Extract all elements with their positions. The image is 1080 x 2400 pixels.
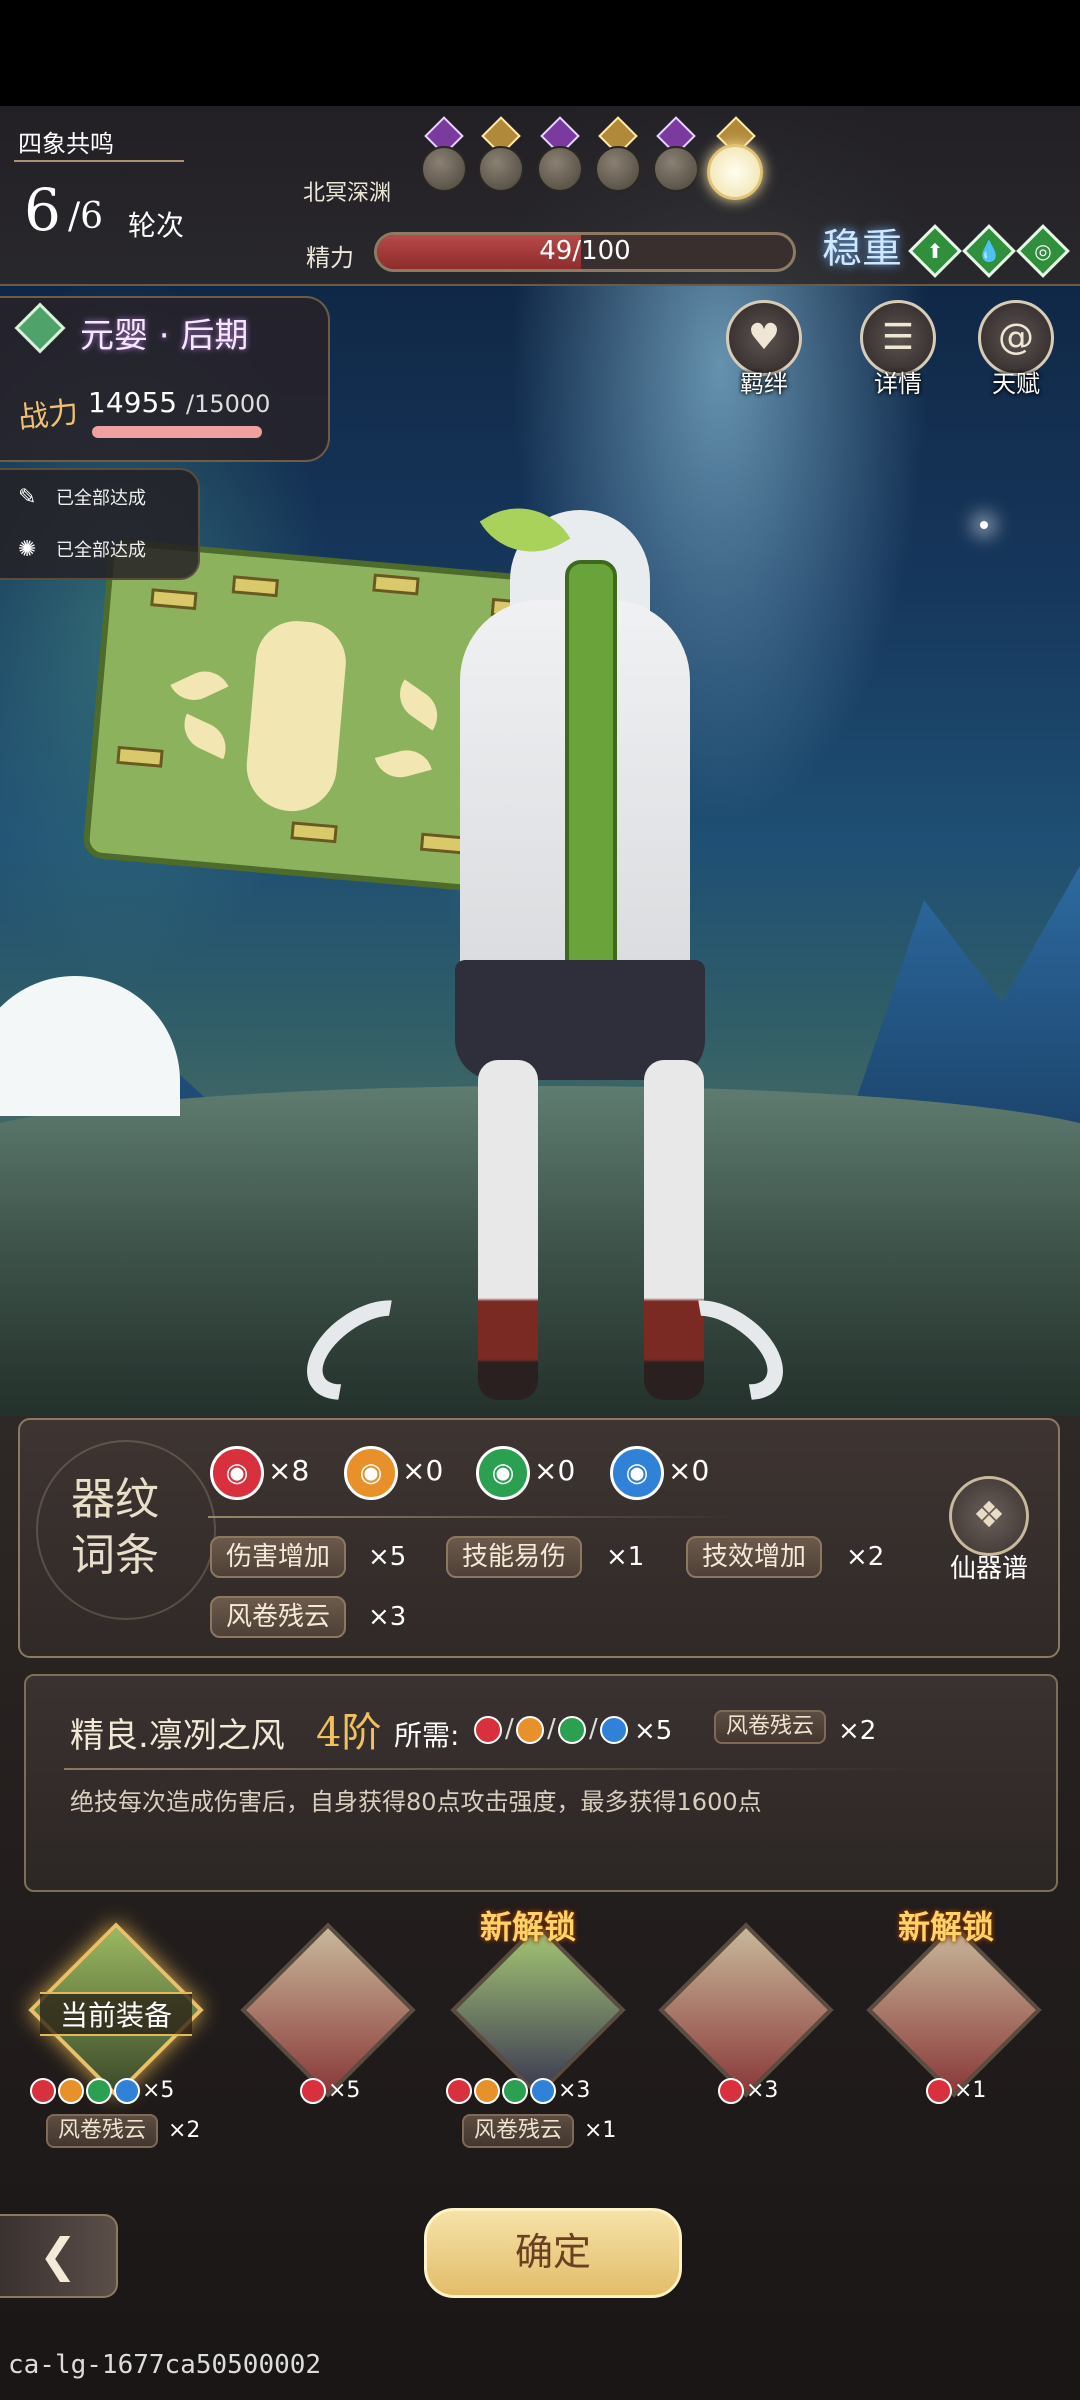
trait-chip[interactable]: 伤害增加 [210, 1536, 347, 1578]
earth-element-icon: ◉ [344, 1446, 398, 1500]
item-name: 精良.凛冽之风 [70, 1716, 285, 1756]
trait-chip: 风卷残云 [46, 2114, 159, 2148]
equipment-slot[interactable] [658, 1922, 834, 2098]
stance-label: 稳重 [822, 226, 902, 272]
trait-count: ×3 [368, 1602, 407, 1632]
artifact-thumbnail [658, 1922, 834, 2098]
trait-count: ×1 [584, 2118, 617, 2143]
talent-button[interactable]: @ 天赋 [976, 300, 1056, 399]
slot-requirement: ×3 [718, 2078, 778, 2104]
trait-count: ×1 [606, 1542, 645, 1572]
round-current: 6 [24, 176, 61, 244]
element-count: ×8 [268, 1454, 310, 1487]
power-label: 战力 [16, 394, 81, 437]
artifact-thumbnail [450, 1922, 626, 2098]
slot-requirement: ×5 [300, 2078, 360, 2104]
equipment-slot[interactable] [240, 1922, 416, 2098]
equipment-slot-current[interactable]: 当前装备 [28, 1922, 204, 2098]
confirm-button[interactable]: 确定 [424, 2208, 682, 2298]
ground [0, 1086, 1080, 1446]
scroll-fan-icon: ❖ [949, 1476, 1029, 1556]
back-arrow-icon: ❮ [38, 2228, 78, 2282]
artifact-catalog-button[interactable]: ❖ 仙器谱 [944, 1476, 1034, 1585]
divider [208, 1516, 736, 1518]
divider [64, 1768, 924, 1770]
requirement-label: 所需: [394, 1719, 460, 1752]
trait-chip: 风卷残云 [462, 2114, 575, 2148]
slot-requirement: ×1 [926, 2078, 986, 2104]
trait-count: ×2 [168, 2118, 201, 2143]
new-unlock-badge: 新解锁 [480, 1908, 577, 1946]
trait-chip[interactable]: 技能易伤 [446, 1536, 583, 1578]
stage-orb-current[interactable] [707, 144, 763, 200]
wood-element-icon: ◉ [476, 1446, 530, 1500]
artifact-thumbnail [866, 1922, 1042, 2098]
power-value: 14955 [88, 386, 178, 419]
equipment-slot[interactable] [450, 1922, 626, 2098]
realm-name: 元婴 · 后期 [80, 316, 249, 356]
round-total: /6 [68, 196, 104, 237]
trait-count: ×5 [368, 1542, 407, 1572]
bamboo-staff [565, 560, 617, 980]
fire-element-icon: ◉ [210, 1446, 264, 1500]
wood-element-icon [558, 1716, 586, 1744]
new-unlock-badge: 新解锁 [898, 1908, 995, 1946]
trait-chip[interactable]: 技效增加 [686, 1536, 823, 1578]
slot-requirement: ×5 [30, 2078, 174, 2104]
character-leg [478, 1060, 538, 1400]
goal-row: ✎ 已全部达成 [18, 485, 146, 510]
energy-label: 精力 [306, 244, 354, 272]
power-bar [92, 426, 262, 438]
stage-name: 北冥深渊 [303, 181, 392, 206]
power-max: /15000 [186, 390, 271, 418]
artifact-thumbnail [240, 1922, 416, 2098]
footer-id: ca-lg-1677ca50500002 [8, 2350, 322, 2380]
element-count: ×0 [402, 1454, 444, 1487]
water-element-icon [600, 1716, 628, 1744]
trait-chip[interactable]: 风卷残云 [210, 1596, 347, 1638]
element-count: ×0 [668, 1454, 710, 1487]
stage-orb[interactable] [478, 146, 524, 192]
resonance-title: 四象共鸣 [18, 130, 114, 158]
scroll-icon: ✎ [18, 485, 37, 510]
equipment-slot[interactable] [866, 1922, 1042, 2098]
trait-count: ×2 [846, 1542, 885, 1572]
slot-requirement: ×3 [446, 2078, 590, 2104]
star [980, 521, 988, 529]
energy-value: 49/100 [539, 236, 631, 266]
round-label: 轮次 [128, 209, 185, 242]
requirement-count: ×5 [634, 1716, 673, 1746]
status-bar [0, 0, 1080, 106]
element-count: ×0 [534, 1454, 576, 1487]
bond-button[interactable]: ♥ 羁绊 [724, 300, 804, 399]
goal-row: ✺ 已全部达成 [18, 537, 146, 562]
trait-chip: 风卷残云 [714, 1710, 827, 1744]
divider [14, 160, 184, 162]
stage-orb[interactable] [595, 146, 641, 192]
stage-orb[interactable] [537, 146, 583, 192]
item-tier: 4阶 [316, 1710, 382, 1756]
fire-element-icon [474, 1716, 502, 1744]
inscription-title: 器纹词条 [71, 1474, 159, 1581]
glowing-orb [0, 976, 180, 1116]
current-equipped-label: 当前装备 [40, 1992, 192, 2036]
burst-icon: ✺ [18, 537, 37, 562]
trait-count: ×2 [838, 1716, 877, 1746]
item-description: 绝技每次造成伤害后，自身获得80点攻击强度，最多获得1600点 [70, 1788, 762, 1816]
stage-orb[interactable] [421, 146, 467, 192]
stage-orb[interactable] [653, 146, 699, 192]
water-element-icon: ◉ [610, 1446, 664, 1500]
back-button[interactable]: ❮ [0, 2214, 118, 2298]
details-button[interactable]: ☰ 详情 [858, 300, 938, 399]
earth-element-icon [516, 1716, 544, 1744]
